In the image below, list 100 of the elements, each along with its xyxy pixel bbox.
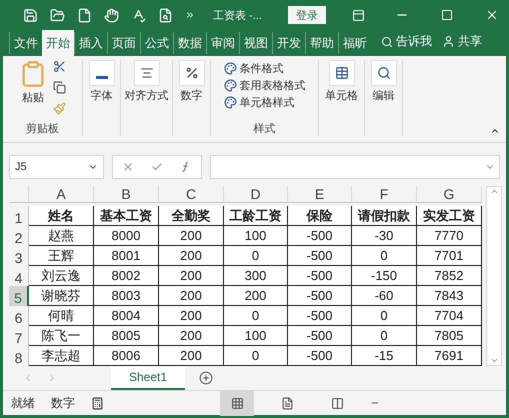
ribbon-button[interactable]: 数字 xyxy=(178,60,204,103)
table-cell: 陈飞一 xyxy=(29,326,94,346)
table-icon xyxy=(328,60,354,86)
table-cell: 200 xyxy=(159,246,224,266)
ribbon-button[interactable]: 编辑 xyxy=(370,60,396,103)
table-cell: 100 xyxy=(224,226,288,246)
spell-check-icon[interactable] xyxy=(131,8,146,22)
table-cell: 保险 xyxy=(288,206,352,226)
table-cell: -150 xyxy=(352,266,417,286)
copy-icon[interactable] xyxy=(53,81,66,94)
scroll-down-icon[interactable] xyxy=(490,356,498,365)
ribbon-button[interactable]: 单元格 xyxy=(325,60,358,103)
save-icon[interactable] xyxy=(23,8,38,22)
table-cell: -500 xyxy=(288,246,352,266)
table-cell: 7701 xyxy=(417,246,482,266)
ribbon-tab[interactable]: 视图 xyxy=(239,32,272,54)
normal-view-button[interactable] xyxy=(220,390,254,416)
table-cell: 7704 xyxy=(417,306,482,326)
scroll-up-icon[interactable] xyxy=(490,187,498,196)
ribbon-tab[interactable]: 审阅 xyxy=(206,32,239,54)
ribbon-display-icon[interactable] xyxy=(352,8,365,22)
table-cell: 200 xyxy=(159,326,224,346)
name-box[interactable]: J5 xyxy=(9,154,104,178)
sheet-tab[interactable]: Sheet1 xyxy=(111,366,186,390)
more-icon[interactable] xyxy=(185,10,195,20)
check-icon[interactable] xyxy=(150,160,163,172)
table-cell: 7805 xyxy=(417,326,482,346)
ribbon-button[interactable]: 对齐方式 xyxy=(124,60,168,103)
table-cell: 8000 xyxy=(94,226,159,246)
ribbon-tab[interactable]: 页面 xyxy=(107,32,140,54)
table-cell: -500 xyxy=(288,266,352,286)
table-cell: 8004 xyxy=(94,306,159,326)
print-preview-icon[interactable] xyxy=(158,8,173,22)
tell-me-label[interactable]: 告诉我 xyxy=(396,33,432,50)
table-cell: 200 xyxy=(159,266,224,286)
table-cell: 7843 xyxy=(417,286,482,306)
column-header[interactable]: F xyxy=(352,186,417,203)
palette-icon xyxy=(224,79,236,92)
ribbon-button[interactable]: 字体 xyxy=(88,60,114,103)
login-button[interactable]: 登录 xyxy=(288,6,326,24)
table-cell: 200 xyxy=(159,226,224,246)
cut-icon[interactable] xyxy=(53,60,66,73)
ribbon-tab[interactable]: 开发 xyxy=(272,32,305,54)
column-header[interactable]: C xyxy=(159,186,224,203)
column-header[interactable]: B xyxy=(94,186,159,203)
maximize-icon[interactable] xyxy=(440,9,453,21)
status-text: 数字 xyxy=(51,394,75,412)
ribbon-tab[interactable]: 开始 xyxy=(42,30,74,56)
palette-icon xyxy=(224,96,236,109)
group-label: 样式 xyxy=(254,122,276,136)
window-title: 工资表 -... xyxy=(213,8,262,22)
style-menu-button[interactable]: 条件格式 xyxy=(224,60,284,77)
table-cell: 工龄工资 xyxy=(224,206,288,226)
column-header[interactable]: G xyxy=(417,186,482,203)
formula-field[interactable] xyxy=(210,154,500,178)
search-icon[interactable] xyxy=(381,36,393,48)
table-cell: 7770 xyxy=(417,226,482,246)
ribbon-tab[interactable]: 福昕 xyxy=(338,32,371,54)
table-cell: 赵燕 xyxy=(29,226,94,246)
table-cell: -500 xyxy=(288,286,352,306)
touch-icon[interactable] xyxy=(104,8,119,22)
row-header[interactable]: 5 xyxy=(9,286,29,306)
cancel-icon[interactable] xyxy=(122,160,134,172)
align-center-icon xyxy=(134,60,160,86)
table-cell: 8005 xyxy=(94,326,159,346)
ribbon-tab[interactable]: 帮助 xyxy=(305,32,338,54)
ribbon-tab[interactable]: 公式 xyxy=(140,32,173,54)
column-header[interactable]: D xyxy=(224,186,288,203)
table-cell: 0 xyxy=(224,246,288,266)
add-sheet-icon[interactable] xyxy=(199,371,214,385)
table-cell: 200 xyxy=(224,286,288,306)
style-menu-button[interactable]: 单元格样式 xyxy=(224,94,294,111)
table-cell: 300 xyxy=(224,266,288,286)
column-header[interactable]: E xyxy=(288,186,352,203)
new-file-icon[interactable] xyxy=(77,8,92,22)
table-cell: -500 xyxy=(288,306,352,326)
table-cell: 刘云逸 xyxy=(29,266,94,286)
table-cell: 实发工资 xyxy=(417,206,482,226)
folder-icon[interactable] xyxy=(50,8,65,22)
table-cell: 何晴 xyxy=(29,306,94,326)
palette-icon xyxy=(224,62,236,75)
table-cell: 7691 xyxy=(417,346,482,366)
table-cell: 谢晓芬 xyxy=(29,286,94,306)
paste-button[interactable]: 粘贴 xyxy=(19,60,47,115)
table-cell: 0 xyxy=(352,306,417,326)
column-header[interactable]: A xyxy=(29,186,94,203)
page-icon xyxy=(280,396,294,410)
table-cell: 100 xyxy=(224,326,288,346)
vertical-scrollbar[interactable] xyxy=(486,186,502,366)
percent-icon xyxy=(178,60,204,86)
table-cell: 200 xyxy=(159,306,224,326)
table-cell: 0 xyxy=(352,326,417,346)
ribbon-tab[interactable]: 数据 xyxy=(173,32,206,54)
user-icon[interactable] xyxy=(442,35,455,48)
share-label[interactable]: 共享 xyxy=(458,33,482,50)
table-cell: 8003 xyxy=(94,286,159,306)
table-cell: 200 xyxy=(159,286,224,306)
style-menu-button[interactable]: 套用表格格式 xyxy=(224,77,306,94)
table-cell: -500 xyxy=(288,346,352,366)
ribbon-tab[interactable]: 插入 xyxy=(74,32,107,54)
